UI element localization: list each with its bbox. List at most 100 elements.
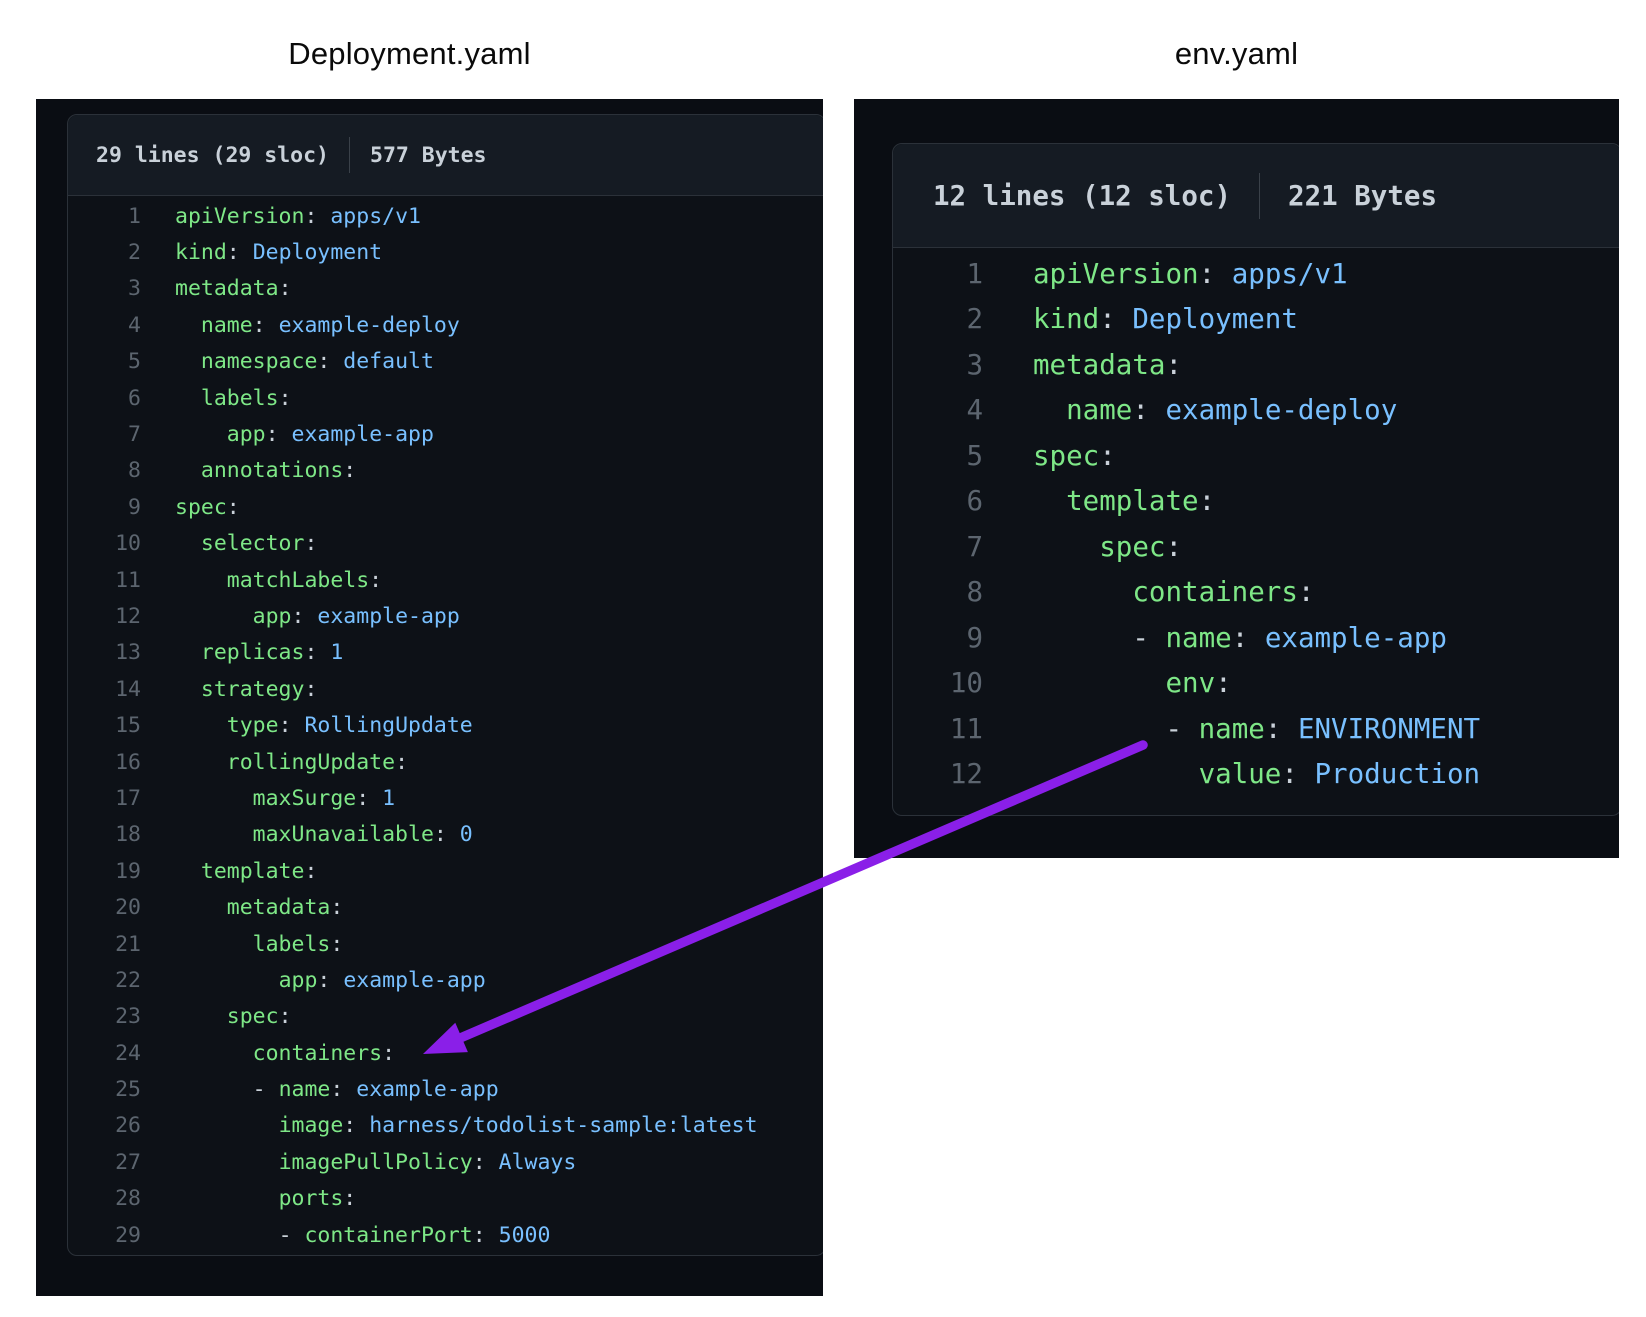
code-line: 5 namespace: default (68, 344, 823, 380)
code-line: 14 strategy: (68, 671, 823, 707)
code-text: - name: ENVIRONMENT (983, 713, 1480, 745)
code-line: 7 spec: (893, 524, 1619, 570)
code-line: 26 image: harness/todolist-sample:latest (68, 1108, 823, 1144)
code-line: 17 maxSurge: 1 (68, 780, 823, 816)
line-number: 5 (68, 349, 141, 374)
file-title-deployment-yaml: Deployment.yaml (16, 34, 803, 74)
code-line: 21 labels: (68, 926, 823, 962)
line-number: 22 (68, 968, 141, 993)
code-line: 5spec: (893, 433, 1619, 479)
line-number: 2 (68, 240, 141, 265)
code-text: metadata: (141, 895, 343, 920)
line-number: 10 (893, 667, 983, 699)
line-number: 4 (893, 394, 983, 426)
code-text: labels: (141, 386, 292, 411)
line-number: 7 (68, 422, 141, 447)
code-line: 24 containers: (68, 1035, 823, 1071)
code-text: spec: (141, 1004, 292, 1029)
line-number: 6 (893, 485, 983, 517)
code-text: app: example-app (141, 422, 434, 447)
code-line: 9spec: (68, 489, 823, 525)
line-number: 8 (68, 458, 141, 483)
line-number: 3 (893, 349, 983, 381)
code-text: image: harness/todolist-sample:latest (141, 1113, 758, 1138)
line-number: 28 (68, 1186, 141, 1211)
deployment-yaml-blob: 29 lines (29 sloc) 577 Bytes 1apiVersion… (67, 114, 823, 1256)
line-number: 12 (68, 604, 141, 629)
code-text: imagePullPolicy: Always (141, 1150, 576, 1175)
code-text: spec: (983, 531, 1182, 563)
code-line: 28 ports: (68, 1181, 823, 1217)
env-yaml-blob: 12 lines (12 sloc) 221 Bytes 1apiVersion… (892, 143, 1619, 816)
code-line: 25 - name: example-app (68, 1071, 823, 1107)
code-line: 20 metadata: (68, 889, 823, 925)
code-line: 12 value: Production (893, 752, 1619, 798)
line-number: 12 (893, 758, 983, 790)
code-line: 7 app: example-app (68, 416, 823, 452)
code-text: name: example-deploy (983, 394, 1397, 426)
blob-header: 29 lines (29 sloc) 577 Bytes (68, 115, 823, 196)
line-number: 17 (68, 786, 141, 811)
line-number: 1 (68, 204, 141, 229)
line-number: 13 (68, 640, 141, 665)
code-line: 18 maxUnavailable: 0 (68, 817, 823, 853)
code-text: value: Production (983, 758, 1480, 790)
line-number: 10 (68, 531, 141, 556)
code-line: 8 annotations: (68, 453, 823, 489)
code-text: app: example-app (141, 604, 460, 629)
code-text: annotations: (141, 458, 356, 483)
code-text: selector: (141, 531, 317, 556)
line-number: 7 (893, 531, 983, 563)
code-line: 29 - containerPort: 5000 (68, 1217, 823, 1253)
env-yaml-panel: 12 lines (12 sloc) 221 Bytes 1apiVersion… (854, 99, 1619, 858)
code-line: 6 labels: (68, 380, 823, 416)
line-number: 8 (893, 576, 983, 608)
code-line: 2kind: Deployment (893, 297, 1619, 343)
code-line: 22 app: example-app (68, 962, 823, 998)
lines-count: 12 lines (12 sloc) (933, 180, 1231, 212)
code-text: kind: Deployment (983, 303, 1298, 335)
file-title-env-yaml: env.yaml (854, 34, 1619, 74)
code-line: 11 matchLabels: (68, 562, 823, 598)
code-line: 10 env: (893, 661, 1619, 707)
code-line: 4 name: example-deploy (893, 388, 1619, 434)
line-number: 24 (68, 1041, 141, 1066)
line-number: 15 (68, 713, 141, 738)
line-number: 19 (68, 859, 141, 884)
code-line: 4 name: example-deploy (68, 307, 823, 343)
code-text: env: (983, 667, 1232, 699)
line-number: 29 (68, 1223, 141, 1248)
code-text: metadata: (983, 349, 1182, 381)
code-line: 12 app: example-app (68, 598, 823, 634)
code-text: containers: (141, 1041, 395, 1066)
blob-header: 12 lines (12 sloc) 221 Bytes (893, 144, 1619, 248)
code-text: labels: (141, 932, 343, 957)
code-text: apiVersion: apps/v1 (141, 204, 421, 229)
code-line: 6 template: (893, 479, 1619, 525)
code-line: 15 type: RollingUpdate (68, 707, 823, 743)
code-text: - name: example-app (983, 622, 1447, 654)
line-number: 11 (68, 568, 141, 593)
code-line: 2kind: Deployment (68, 234, 823, 270)
code-text: maxUnavailable: 0 (141, 822, 473, 847)
line-number: 11 (893, 713, 983, 745)
code-line: 3metadata: (893, 342, 1619, 388)
code-line: 23 spec: (68, 999, 823, 1035)
line-number: 14 (68, 677, 141, 702)
code-line: 3metadata: (68, 271, 823, 307)
code-text: spec: (983, 440, 1116, 472)
code-text: apiVersion: apps/v1 (983, 258, 1348, 290)
code-text: template: (141, 859, 317, 884)
line-number: 3 (68, 276, 141, 301)
code-text: strategy: (141, 677, 317, 702)
code-text: - name: example-app (141, 1077, 499, 1102)
code-text: ports: (141, 1186, 356, 1211)
code-text: spec: (141, 495, 240, 520)
line-number: 2 (893, 303, 983, 335)
line-number: 18 (68, 822, 141, 847)
code-text: namespace: default (141, 349, 434, 374)
code-line: 1apiVersion: apps/v1 (893, 251, 1619, 297)
code-area: 1apiVersion: apps/v12kind: Deployment3me… (68, 196, 823, 1253)
header-divider (1259, 173, 1260, 219)
code-text: containers: (983, 576, 1314, 608)
